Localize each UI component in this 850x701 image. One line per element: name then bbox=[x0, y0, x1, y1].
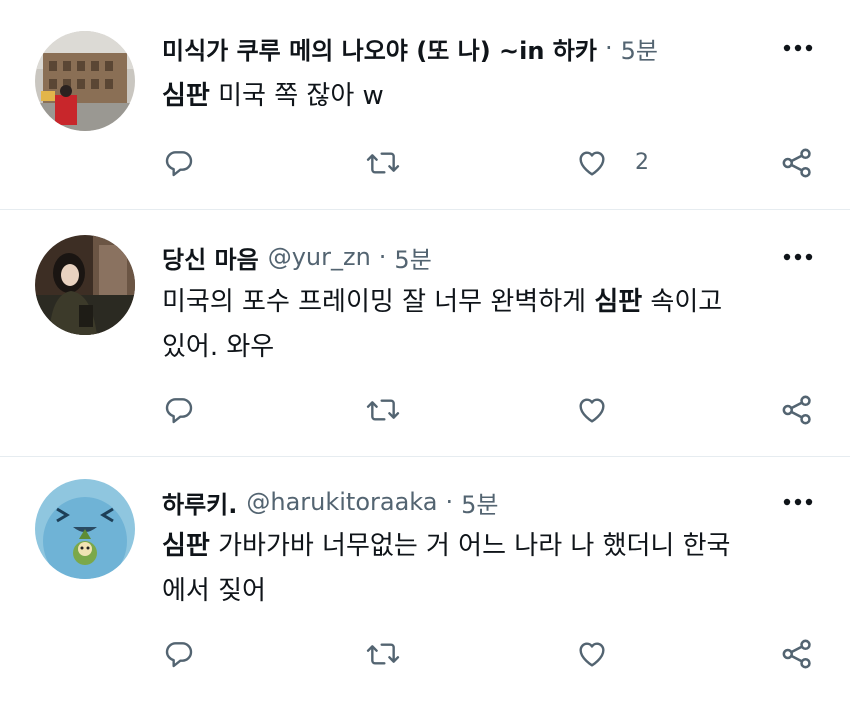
separator-dot: · bbox=[604, 34, 613, 62]
more-icon bbox=[783, 253, 813, 261]
more-icon bbox=[783, 44, 813, 52]
like-button[interactable] bbox=[570, 138, 614, 188]
tweet-text-rest: 미국 쪽 잖아 w bbox=[209, 81, 384, 111]
more-button[interactable] bbox=[778, 482, 818, 522]
share-button[interactable] bbox=[775, 629, 819, 679]
like-icon bbox=[579, 151, 605, 176]
share-icon bbox=[782, 148, 811, 178]
like-icon bbox=[579, 642, 605, 667]
share-icon bbox=[782, 395, 811, 425]
reply-button[interactable] bbox=[157, 138, 201, 188]
user-handle[interactable]: @yur_zn bbox=[268, 243, 371, 271]
more-button[interactable] bbox=[778, 28, 818, 68]
timestamp[interactable]: 5분 bbox=[621, 31, 658, 66]
avatar[interactable] bbox=[35, 31, 135, 131]
like-button[interactable] bbox=[570, 629, 614, 679]
timestamp[interactable]: 5분 bbox=[394, 240, 431, 275]
reply-button[interactable] bbox=[157, 385, 201, 435]
reply-icon bbox=[165, 398, 193, 424]
retweet-icon bbox=[366, 152, 400, 174]
tweet-header: 당신 마음 @yur_zn · 5분 bbox=[162, 237, 432, 277]
retweet-icon bbox=[366, 399, 400, 421]
avatar[interactable] bbox=[35, 235, 135, 335]
reply-icon bbox=[165, 642, 193, 668]
retweet-button[interactable] bbox=[361, 385, 405, 435]
tweet-text-before: 미국의 포수 프레이밍 잘 너무 완벽하게 bbox=[162, 287, 595, 317]
action-bar: 2 bbox=[0, 138, 850, 188]
like-icon bbox=[579, 398, 605, 423]
retweet-icon bbox=[366, 643, 400, 665]
action-bar bbox=[0, 629, 850, 679]
tweet[interactable]: 당신 마음 @yur_zn · 5분 미국의 포수 프레이밍 잘 너무 완벽하게… bbox=[0, 210, 850, 456]
tweet-text: 심판 가바가바 너무없는 거 어느 나라 나 했더니 한국 에서 짖어 bbox=[162, 524, 822, 614]
display-name[interactable]: 당신 마음 bbox=[162, 240, 259, 275]
tweet-text: 심판 미국 쪽 잖아 w bbox=[162, 74, 822, 119]
action-bar bbox=[0, 385, 850, 435]
more-icon bbox=[783, 498, 813, 506]
highlighted-keyword: 심판 bbox=[162, 81, 210, 111]
tweet-text: 미국의 포수 프레이밍 잘 너무 완벽하게 심판 속이고 있어. 와우 bbox=[162, 280, 822, 370]
timestamp[interactable]: 5분 bbox=[461, 485, 498, 520]
like-button[interactable] bbox=[570, 385, 614, 435]
tweet-text-rest: 가바가바 너무없는 거 어느 나라 나 했더니 한국 에서 짖어 bbox=[162, 531, 731, 606]
more-button[interactable] bbox=[778, 237, 818, 277]
retweet-button[interactable] bbox=[361, 629, 405, 679]
user-handle[interactable]: @harukitoraaka bbox=[246, 488, 437, 516]
share-button[interactable] bbox=[775, 385, 819, 435]
avatar[interactable] bbox=[35, 479, 135, 579]
share-button[interactable] bbox=[775, 138, 819, 188]
tweet-header: 미식가 쿠루 메의 나오야 (또 나) ~in 하카 · 5분 bbox=[162, 28, 658, 68]
like-count: 2 bbox=[635, 150, 649, 175]
display-name[interactable]: 하루키. bbox=[162, 485, 237, 520]
reply-icon bbox=[165, 151, 193, 177]
display-name[interactable]: 미식가 쿠루 메의 나오야 (또 나) ~in 하카 bbox=[162, 31, 597, 66]
tweet-header: 하루키. @harukitoraaka · 5분 bbox=[162, 482, 498, 522]
separator-dot: · bbox=[378, 243, 387, 271]
highlighted-keyword: 심판 bbox=[594, 287, 643, 317]
tweet[interactable]: 하루키. @harukitoraaka · 5분 심판 가바가바 너무없는 거 … bbox=[0, 457, 850, 701]
retweet-button[interactable] bbox=[361, 138, 405, 188]
share-icon bbox=[782, 639, 811, 669]
separator-dot: · bbox=[445, 488, 454, 516]
tweet[interactable]: 미식가 쿠루 메의 나오야 (또 나) ~in 하카 · 5분 심판 미국 쪽 … bbox=[0, 0, 850, 209]
highlighted-keyword: 심판 bbox=[162, 531, 210, 561]
reply-button[interactable] bbox=[157, 629, 201, 679]
